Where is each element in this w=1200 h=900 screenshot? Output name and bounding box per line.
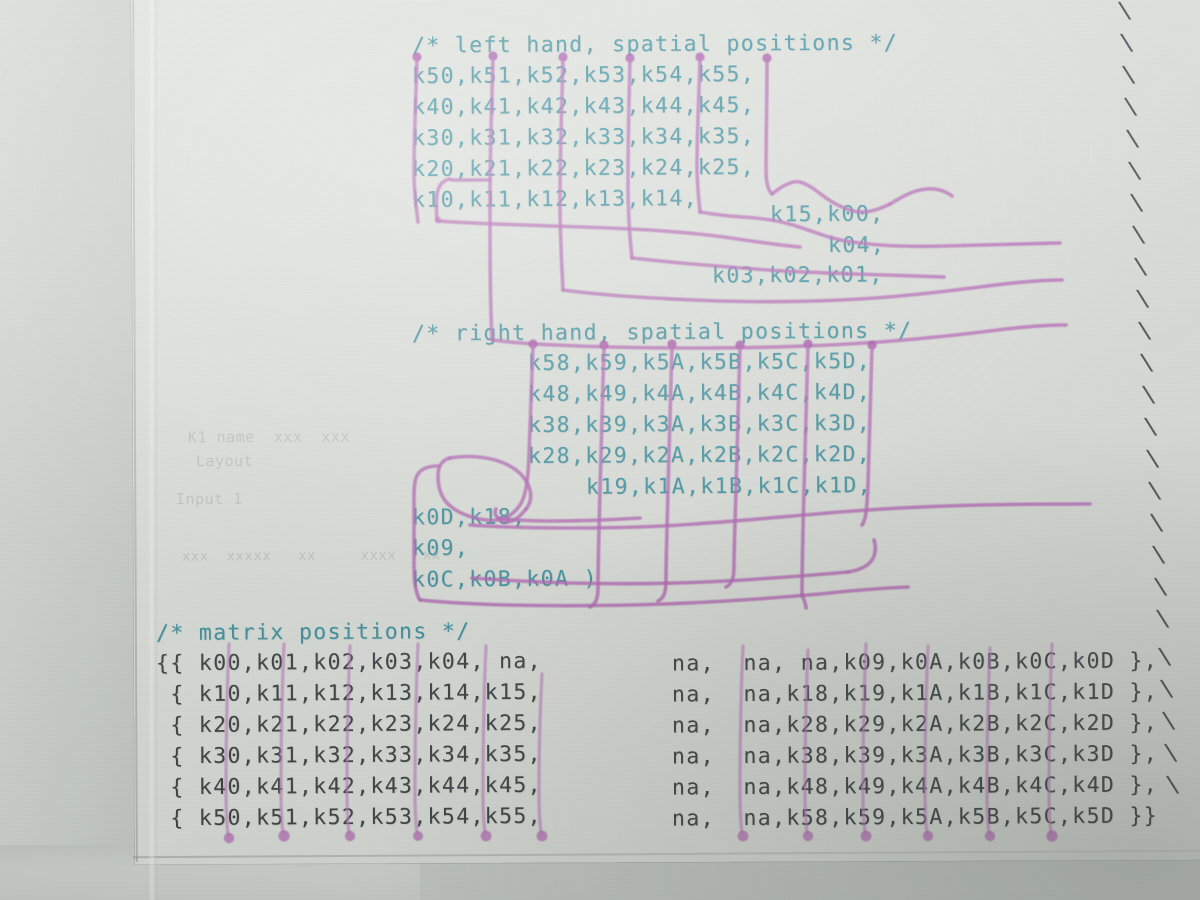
pen-annotation-overlay <box>223 51 1092 844</box>
pen-dot <box>480 830 492 842</box>
pen-dot <box>1046 830 1058 842</box>
pen-dot <box>344 830 356 842</box>
pen-dot <box>223 832 235 844</box>
pen-dot <box>860 830 872 842</box>
photograph-of-printout: K1 name xxx xxx Layout Input 1 xxx xxxxx… <box>0 0 1200 900</box>
pen-dot <box>922 830 934 842</box>
pen-dot <box>278 830 290 842</box>
pen-dot <box>536 830 548 842</box>
pen-dot <box>984 830 996 842</box>
pen-dot <box>737 830 749 842</box>
pen-dot <box>802 830 814 842</box>
pen-dot <box>413 831 423 841</box>
